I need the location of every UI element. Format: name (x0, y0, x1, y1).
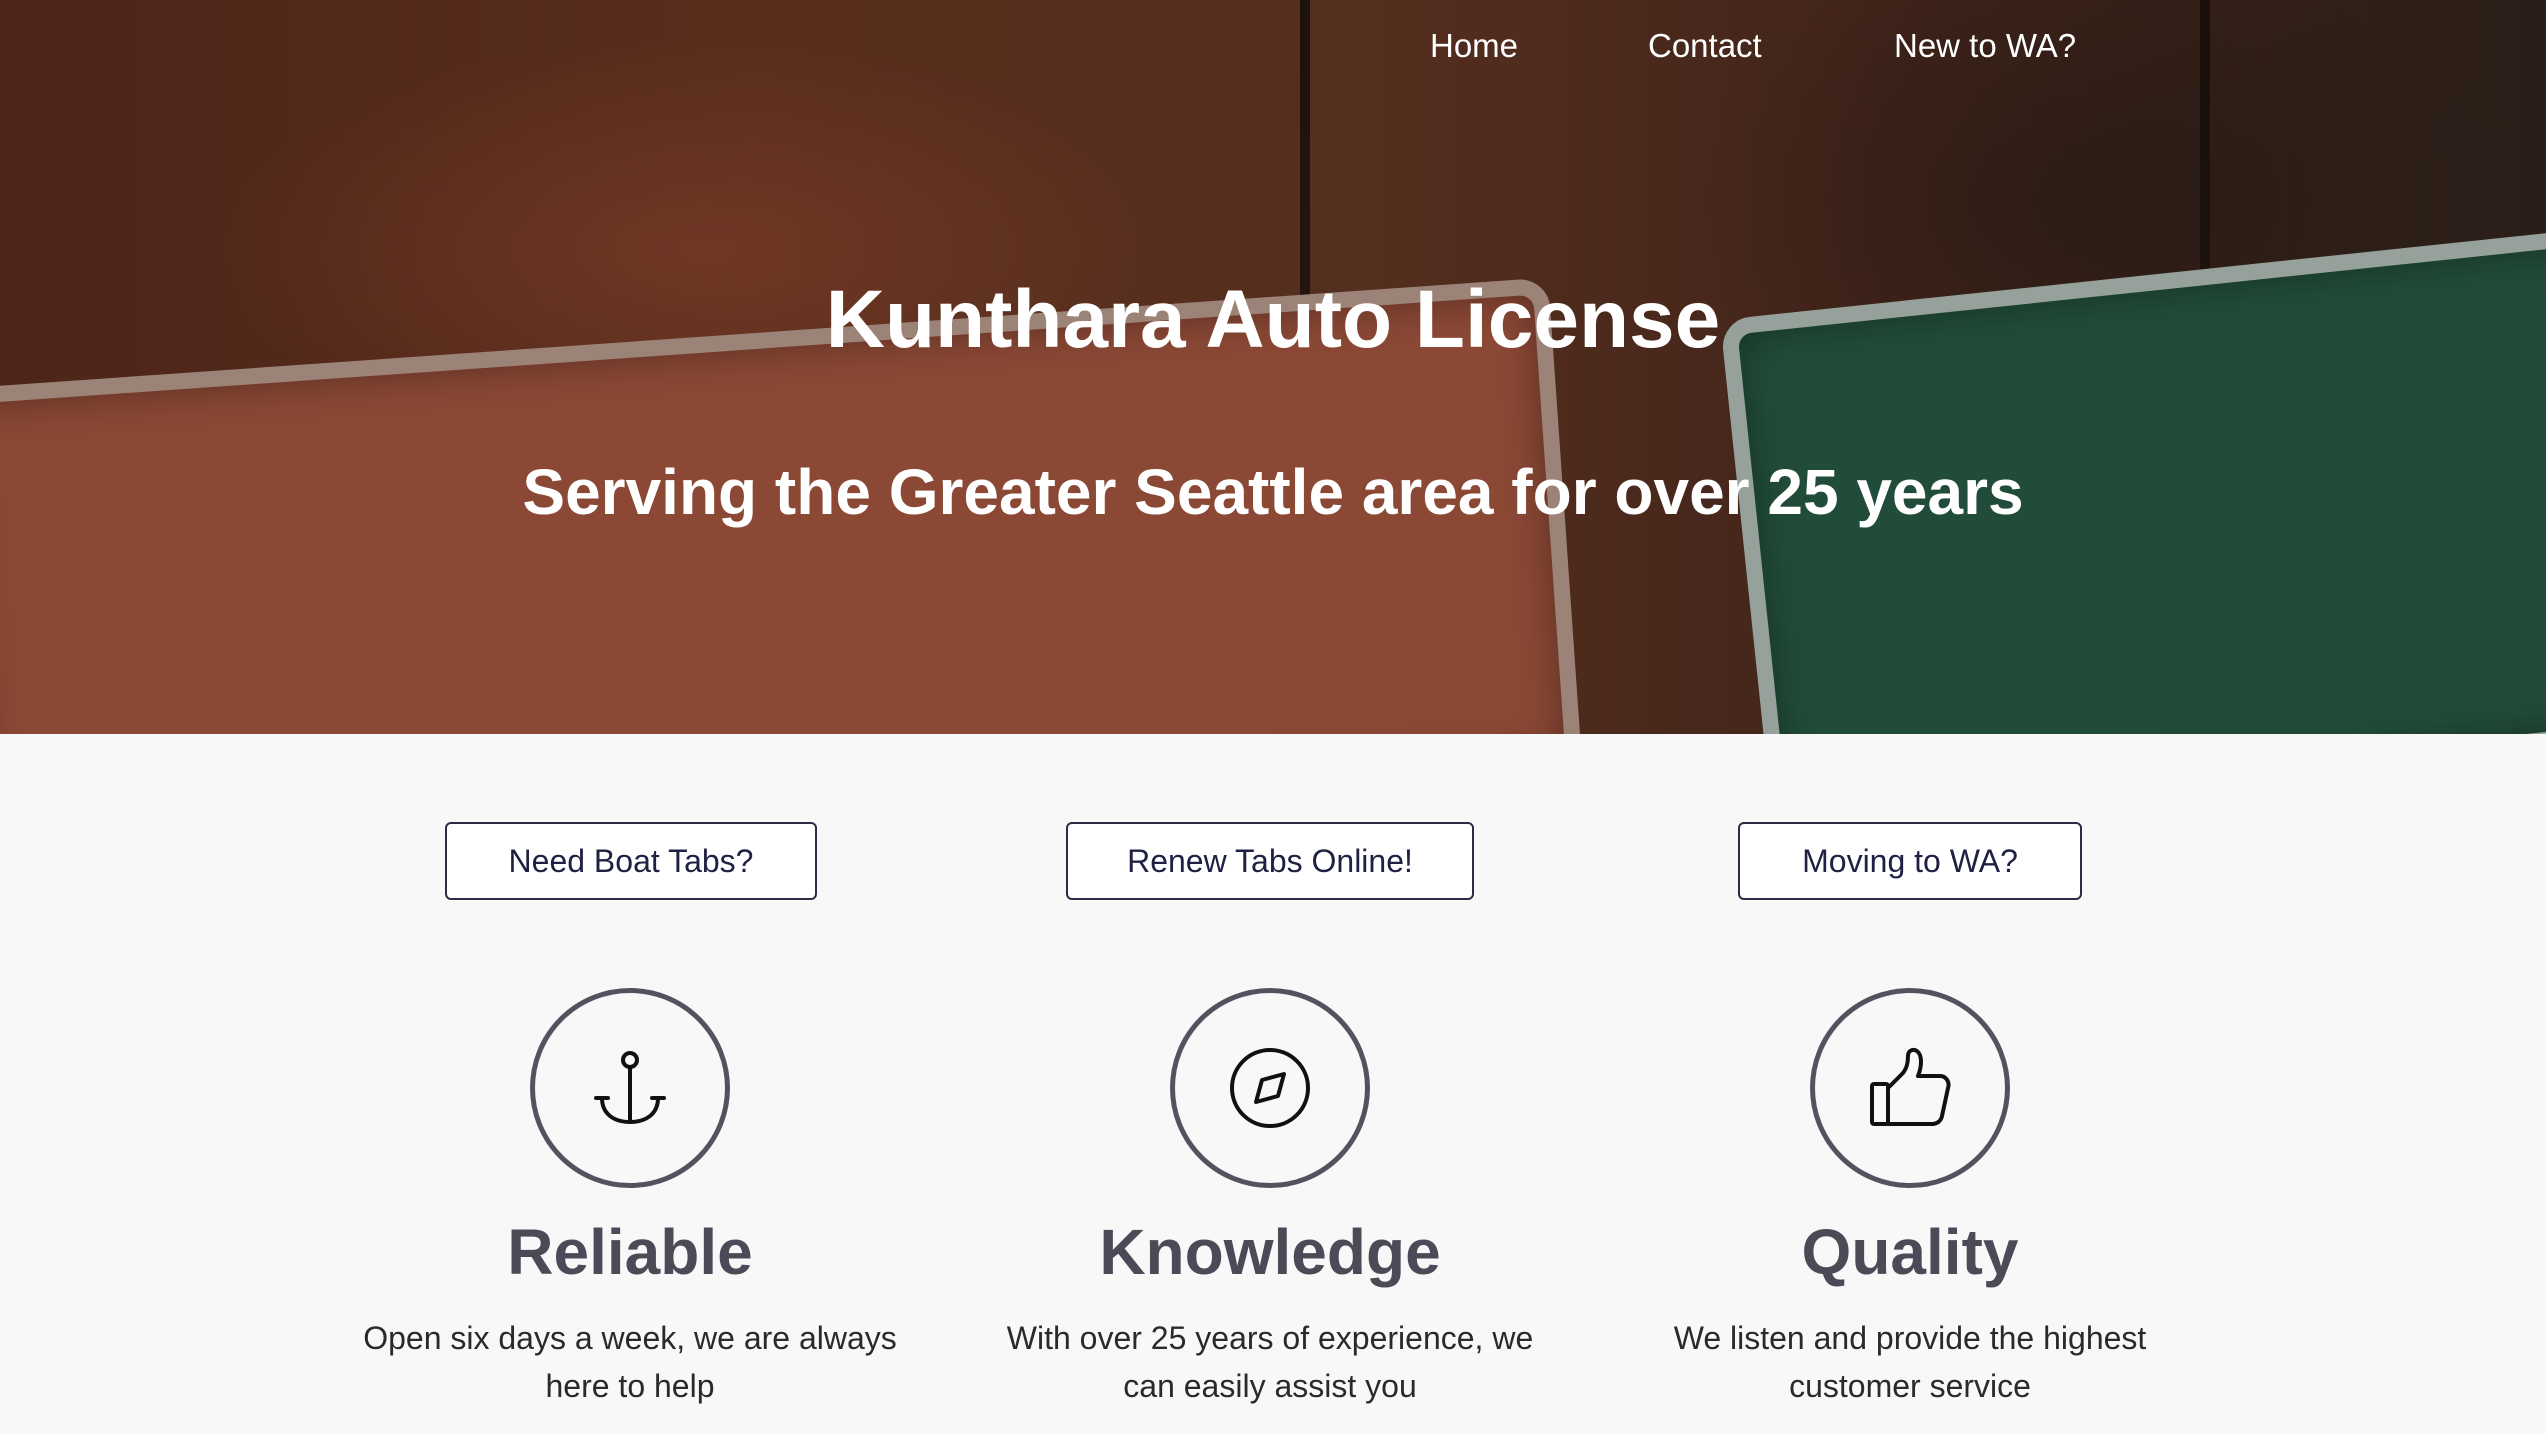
features-section: Need Boat Tabs? Reliable Open six days a… (0, 734, 2546, 1434)
need-boat-tabs-button[interactable]: Need Boat Tabs? (445, 822, 817, 900)
anchor-icon-badge (530, 988, 730, 1188)
renew-tabs-online-button[interactable]: Renew Tabs Online! (1066, 822, 1474, 900)
feature-title: Quality (1801, 1216, 2019, 1288)
feature-description: With over 25 years of experience, we can… (1006, 1320, 1534, 1404)
feature-description: Open six days a week, we are always here… (363, 1320, 897, 1404)
thumbs-up-icon (1870, 1047, 1951, 1126)
feature-column-reliable: Need Boat Tabs? Reliable Open six days a… (310, 734, 950, 1434)
page-title: Kunthara Auto License (825, 274, 1721, 365)
hero-banner: Home Contact New to WA? Kunthara Auto Li… (0, 0, 2546, 734)
hero-subtitle: Serving the Greater Seattle area for ove… (522, 456, 2024, 528)
feature-title: Reliable (507, 1216, 753, 1288)
feature-column-quality: Moving to WA? Quality We listen and prov… (1590, 734, 2230, 1434)
feature-title: Knowledge (1099, 1216, 1441, 1288)
nav-link-contact[interactable]: Contact (1648, 22, 1762, 70)
thumbs-up-icon-badge (1810, 988, 2010, 1188)
feature-column-knowledge: Renew Tabs Online! Knowledge With over 2… (950, 734, 1590, 1434)
compass-icon (1230, 1048, 1310, 1128)
nav-link-new-to-wa[interactable]: New to WA? (1894, 22, 2076, 70)
moving-to-wa-button[interactable]: Moving to WA? (1738, 822, 2082, 900)
top-nav: Home Contact New to WA? (0, 22, 2546, 72)
anchor-icon (594, 1051, 666, 1124)
nav-link-home[interactable]: Home (1430, 22, 1518, 70)
feature-description: We listen and provide the highest custom… (1673, 1320, 2147, 1404)
compass-icon-badge (1170, 988, 1370, 1188)
